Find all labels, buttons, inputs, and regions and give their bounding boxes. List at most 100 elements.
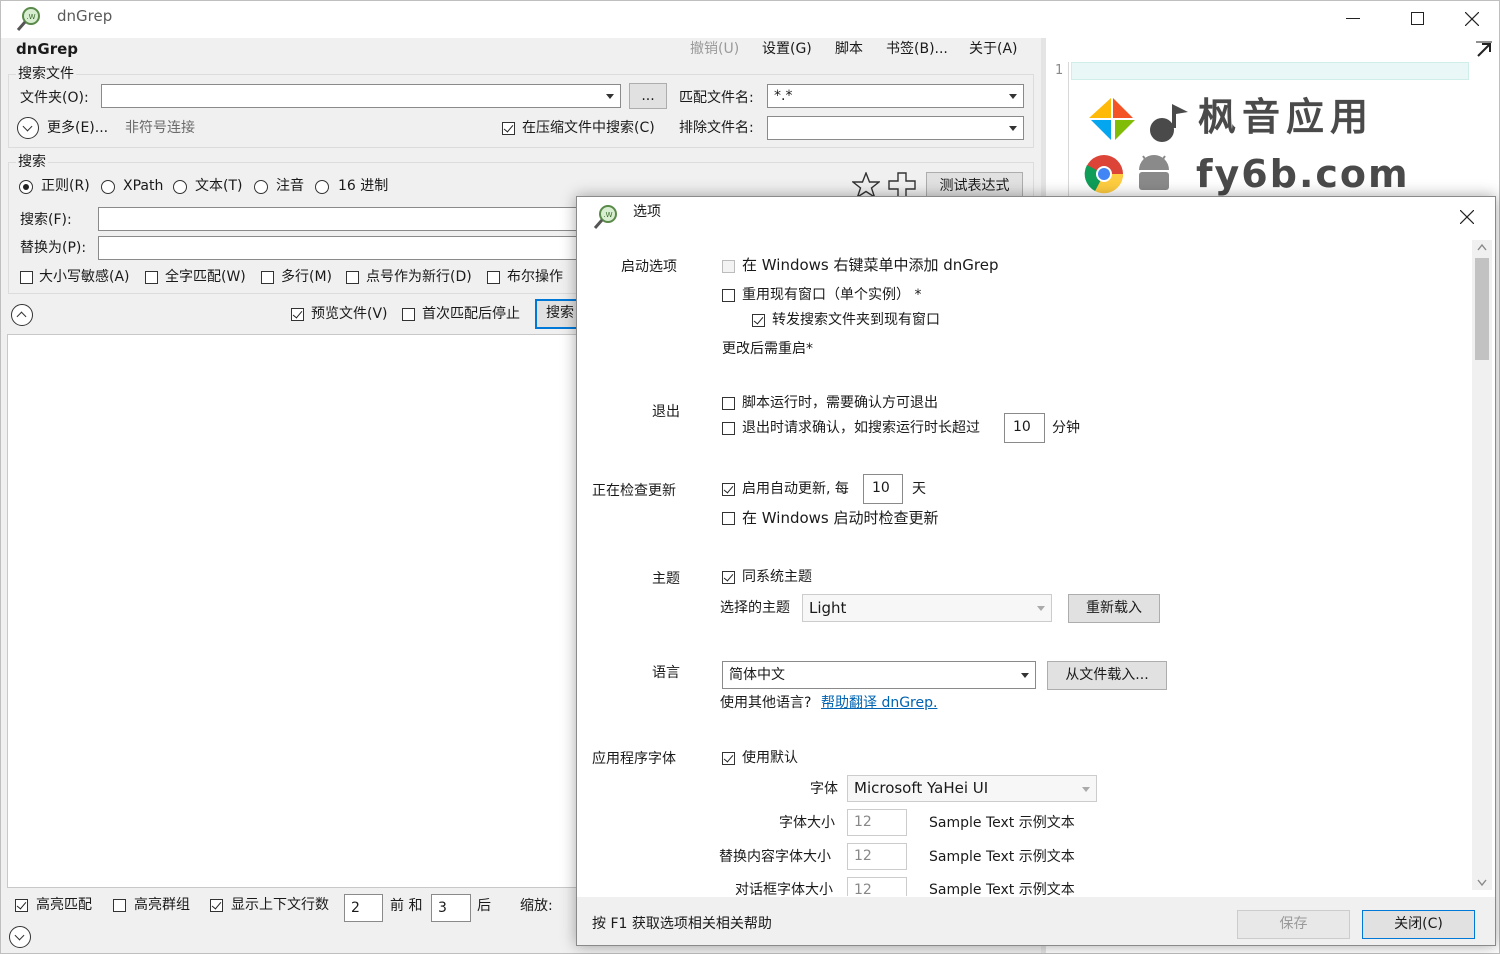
multiline-checkbox[interactable] [261,271,274,284]
show-context-checkbox[interactable] [210,899,223,912]
close-button[interactable]: 关闭(C) [1362,910,1475,939]
dialog-font-size-input[interactable]: 12 [847,877,907,896]
forward-folder-label: 转发搜索文件夹到现有窗口 [772,312,940,328]
help-translate-link[interactable]: 帮助翻译 dnGrep. [821,694,937,712]
f1-help-text: 按 F1 获取选项相关相关帮助 [592,916,772,932]
dialog-close-icon[interactable] [1460,210,1474,224]
mode-xpath-radio[interactable] [101,180,115,194]
highlight-matches-checkbox[interactable] [15,899,28,912]
folder-label: 文件夹(O): [20,90,89,106]
folder-input[interactable] [101,84,621,108]
chevron-down-icon[interactable] [606,94,614,99]
exclude-input[interactable] [767,116,1024,140]
replace-font-size-label: 替换内容字体大小 [719,849,831,865]
preview-file-checkbox[interactable] [291,308,304,321]
chrome-logo-icon [1084,155,1124,194]
dot-newline-checkbox[interactable] [346,271,359,284]
highlight-groups-checkbox[interactable] [113,899,126,912]
expand-diagonal-icon[interactable] [1475,41,1493,59]
dialog-scrollbar[interactable] [1472,240,1492,890]
chevron-down-icon[interactable] [1082,787,1090,792]
close-icon[interactable] [1465,12,1479,26]
maximize-icon[interactable] [1411,12,1424,25]
menu-undo[interactable]: 撤销(U) [690,40,739,58]
svg-text:.W: .W [603,211,612,219]
star-icon[interactable] [852,172,880,198]
confirm-long-checkbox[interactable] [722,422,735,435]
more-label[interactable]: 更多(E)... [47,119,108,137]
expand-bottom-button[interactable] [9,926,31,948]
reload-theme-button[interactable]: 重新载入 [1068,594,1160,623]
scroll-down-icon[interactable] [1477,879,1487,887]
check-startup-checkbox[interactable] [722,512,735,525]
font-size-input[interactable]: 12 [847,809,907,836]
mode-regex-radio[interactable] [19,180,33,194]
whole-word-checkbox[interactable] [145,271,158,284]
boolean-checkbox[interactable] [487,271,500,284]
confirm-script-label: 脚本运行时，需要确认方可退出 [742,395,938,411]
collapse-button[interactable] [11,304,33,326]
font-family-select[interactable]: Microsoft YaHei UI [847,775,1097,802]
mode-phonetic-radio[interactable] [254,180,268,194]
highlight-matches-label: 高亮匹配 [36,897,92,913]
replace-font-size-input[interactable]: 12 [847,843,907,870]
search-input[interactable] [98,207,578,231]
forward-folder-checkbox[interactable] [752,314,765,327]
chevron-down-icon[interactable] [1009,126,1017,131]
search-files-group-label: 搜索文件 [16,65,76,83]
expand-more-button[interactable] [17,117,39,139]
match-file-label: 匹配文件名: [679,90,754,106]
preview-current-line [1071,62,1469,80]
watermark-text-en: fy6b.com [1196,152,1410,196]
chevron-down-icon[interactable] [1009,94,1017,99]
load-language-button[interactable]: 从文件载入... [1047,661,1167,690]
use-default-font-checkbox[interactable] [722,752,735,765]
chevron-up-icon [16,311,27,322]
stop-first-checkbox[interactable] [402,308,415,321]
menu-script[interactable]: 脚本 [835,40,863,58]
add-bookmark-icon[interactable] [888,172,916,198]
update-days-label: 天 [912,481,926,497]
dialog-logo-icon: .W [593,205,617,229]
menu-about[interactable]: 关于(A) [969,40,1018,58]
exit-minutes-label: 分钟 [1052,420,1080,436]
context-after-label: 后 [477,898,491,914]
chevron-down-icon[interactable] [1021,673,1029,678]
font-size-sample: Sample Text 示例文本 [929,815,1075,831]
shell-menu-checkbox[interactable] [722,260,735,273]
minimize-icon[interactable] [1346,18,1360,19]
menu-bookmarks[interactable]: 书签(B)... [886,40,948,58]
language-select[interactable]: 简体中文 [722,661,1036,689]
reuse-window-checkbox[interactable] [722,289,735,302]
context-before-input[interactable]: 2 [344,894,383,922]
context-after-input[interactable]: 3 [431,894,471,922]
mode-text-label: 文本(T) [195,178,243,194]
browse-button[interactable]: ... [629,83,667,109]
theme-select[interactable]: Light [802,594,1052,622]
restart-note: 更改后需重启* [722,341,813,357]
save-button[interactable]: 保存 [1237,910,1350,939]
search-archives-checkbox[interactable] [502,122,515,135]
case-sensitive-checkbox[interactable] [20,271,33,284]
mode-hex-radio[interactable] [315,180,329,194]
language-section-label: 语言 [652,665,680,681]
dialog-scrollbar-thumb[interactable] [1475,258,1489,360]
app-name: dnGrep [16,40,79,58]
menu-settings[interactable]: 设置(G) [762,40,812,58]
mode-text-radio[interactable] [173,180,187,194]
replace-input[interactable] [98,236,578,260]
confirm-script-checkbox[interactable] [722,397,735,410]
dot-newline-label: 点号作为新行(D) [366,269,472,285]
follow-system-checkbox[interactable] [722,571,735,584]
scroll-up-icon[interactable] [1477,243,1487,251]
reuse-window-label: 重用现有窗口（单个实例） * [742,287,922,303]
update-days-input[interactable]: 10 [863,474,903,504]
line-number: 1 [1055,63,1064,78]
exit-minutes-input[interactable]: 10 [1004,413,1045,443]
match-file-input[interactable]: *.* [767,84,1024,108]
show-context-label: 显示上下文行数 [231,897,329,913]
search-group-label: 搜索 [16,153,48,171]
chevron-down-icon[interactable] [1037,606,1045,611]
auto-update-checkbox[interactable] [722,483,735,496]
follow-system-label: 同系统主题 [742,569,812,585]
